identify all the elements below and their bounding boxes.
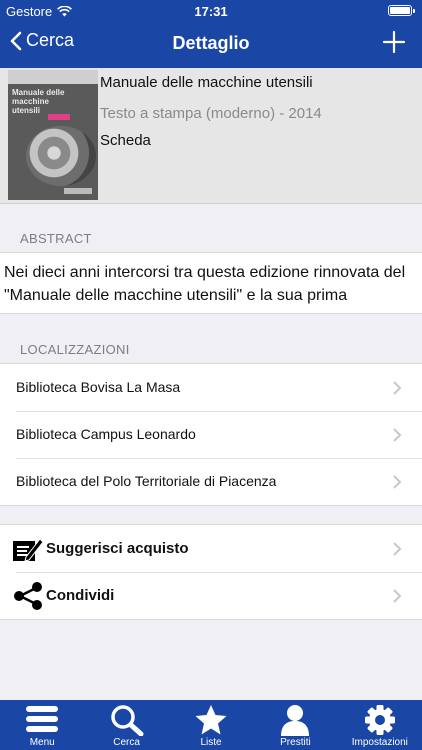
location-item-leonardo[interactable]: Biblioteca Campus Leonardo — [0, 411, 422, 458]
tab-lists[interactable]: Liste — [169, 700, 253, 750]
suggest-purchase-button[interactable]: Suggerisci acquisto — [0, 525, 422, 572]
locations-header: LOCALIZZAZIONI — [20, 342, 130, 357]
tab-search[interactable]: Cerca — [84, 700, 168, 750]
add-icon[interactable] — [382, 30, 406, 54]
chevron-right-icon — [393, 475, 402, 489]
navigation-bar: Cerca Dettaglio — [0, 22, 422, 68]
chevron-right-icon — [393, 542, 402, 556]
location-item-bovisa[interactable]: Biblioteca Bovisa La Masa — [0, 364, 422, 411]
chevron-right-icon — [393, 589, 402, 603]
status-time: 17:31 — [194, 4, 228, 19]
page-title: Dettaglio — [172, 33, 250, 53]
location-item-piacenza[interactable]: Biblioteca del Polo Territoriale di Piac… — [0, 458, 422, 505]
tab-label: Liste — [200, 737, 222, 748]
cover-pink-strip — [48, 114, 70, 120]
search-icon — [110, 705, 144, 736]
locations-list: Biblioteca Bovisa La Masa Biblioteca Cam… — [0, 363, 422, 506]
book-title: Manuale delle macchine utensili — [100, 74, 313, 91]
tab-label: Impostazioni — [351, 737, 408, 748]
gear-icon — [364, 705, 395, 735]
cover-publisher-logo — [64, 188, 92, 194]
share-label: Condividi — [46, 587, 115, 604]
top-bar: Gestore 17:31 Cerca Dettaglio — [0, 0, 422, 68]
battery-icon — [388, 5, 415, 16]
book-header: Manuale delle macchine utensili Manuale … — [0, 68, 422, 204]
cover-band — [8, 70, 98, 84]
book-cover-image[interactable]: Manuale delle macchine utensili — [8, 70, 98, 200]
share-icon — [14, 582, 42, 610]
person-icon — [281, 705, 310, 736]
tab-label: Cerca — [113, 737, 140, 748]
share-button[interactable]: Condividi — [0, 572, 422, 619]
tab-bar: Menu Cerca Liste Prestiti Impostazioni — [0, 700, 422, 750]
tab-settings[interactable]: Impostazioni — [338, 700, 422, 750]
suggest-purchase-label: Suggerisci acquisto — [46, 540, 189, 557]
edit-document-icon — [13, 538, 44, 562]
book-type-year: Testo a stampa (moderno) - 2014 — [100, 105, 322, 122]
chevron-right-icon — [393, 428, 402, 442]
tab-loans[interactable]: Prestiti — [253, 700, 337, 750]
abstract-text: Nei dieci anni intercorsi tra questa edi… — [0, 252, 422, 314]
tab-label: Prestiti — [280, 737, 311, 748]
abstract-header: ABSTRACT — [20, 231, 92, 246]
location-label: Biblioteca del Polo Territoriale di Piac… — [16, 473, 277, 489]
actions-list: Suggerisci acquisto Condividi — [0, 524, 422, 620]
tab-menu[interactable]: Menu — [0, 700, 84, 750]
cover-title: Manuale delle macchine utensili — [12, 88, 65, 115]
location-label: Biblioteca Bovisa La Masa — [16, 379, 181, 395]
tab-label: Menu — [29, 737, 55, 748]
status-bar: Gestore 17:31 — [0, 0, 422, 22]
menu-icon — [26, 706, 59, 732]
location-label: Biblioteca Campus Leonardo — [16, 426, 196, 442]
star-icon — [195, 705, 227, 735]
cover-gear-illustration — [26, 126, 96, 186]
chevron-right-icon — [393, 381, 402, 395]
scheda-link[interactable]: Scheda — [100, 132, 151, 149]
